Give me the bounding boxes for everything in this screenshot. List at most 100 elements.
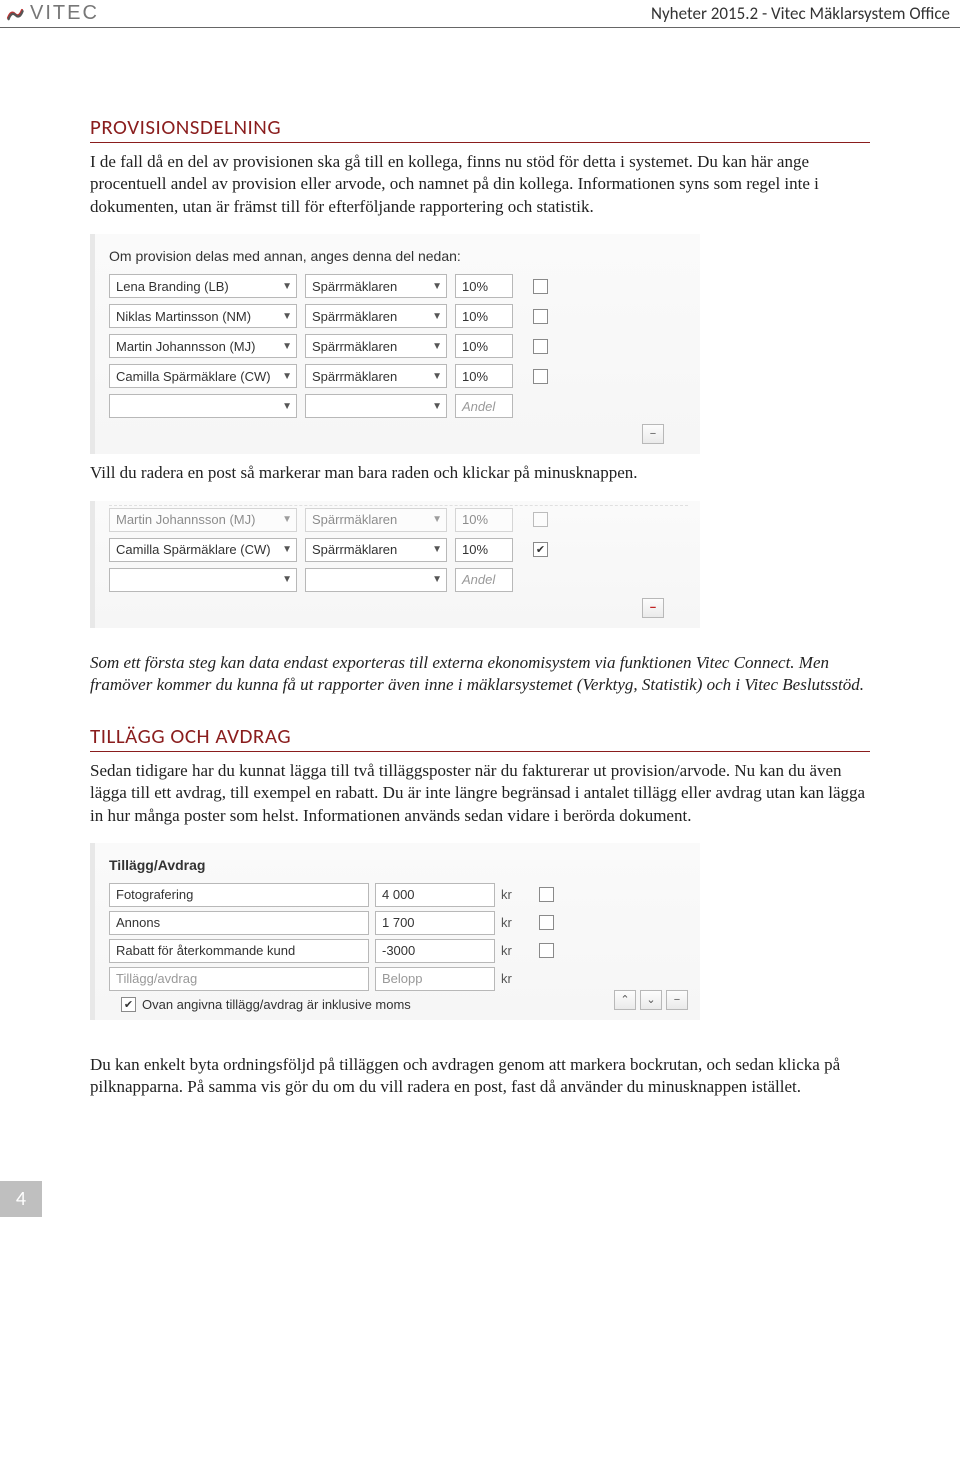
role-name: Spärrmäklaren	[312, 339, 397, 354]
panel3-title: Tillägg/Avdrag	[109, 857, 688, 873]
chevron-down-icon: ▼	[282, 544, 292, 555]
provision-row: Camilla Spärmäklare (CW) ▼ Spärrmäklaren▼…	[109, 538, 688, 562]
colleague-select[interactable]: Camilla Spärmäklare (CW)▼	[109, 364, 297, 388]
chevron-down-icon: ▼	[432, 514, 442, 525]
colleague-select[interactable]: Martin Johannsson (MJ)▼	[109, 508, 297, 532]
chevron-down-icon: ▼	[432, 574, 442, 585]
role-name: Spärrmäklaren	[312, 309, 397, 324]
row-checkbox[interactable]	[539, 887, 554, 902]
role-select[interactable]: Spärrmäklaren▼	[305, 538, 447, 562]
document-header: VITEC Nyheter 2015.2 - Vitec Mäklarsyste…	[0, 0, 960, 28]
colleague-select[interactable]: Camilla Spärmäklare (CW) ▼	[109, 538, 297, 562]
addon-name-input[interactable]: Fotografering	[109, 883, 369, 907]
role-name: Spärrmäklaren	[312, 542, 397, 557]
percent-input[interactable]: Andel	[455, 394, 513, 418]
chevron-down-icon: ▼	[432, 371, 442, 382]
row-checkbox[interactable]	[533, 279, 548, 294]
double-chevron-up-icon: ⌃	[620, 993, 629, 1006]
percent-input[interactable]: 10%	[455, 274, 513, 298]
role-select[interactable]: ▼	[305, 394, 447, 418]
section1-paragraph: I de fall då en del av provisionen ska g…	[90, 151, 870, 218]
remove-row-button[interactable]: −	[642, 424, 664, 444]
colleague-name: Lena Branding (LB)	[116, 279, 229, 294]
section2-paragraph: Sedan tidigare har du kunnat lägga till …	[90, 760, 870, 827]
closing-paragraph: Du kan enkelt byta ordningsföljd på till…	[90, 1054, 870, 1099]
mid-paragraph: Vill du radera en post så markerar man b…	[90, 462, 870, 484]
percent-input[interactable]: 10%	[455, 304, 513, 328]
row-checkbox[interactable]	[539, 915, 554, 930]
addon-name-input[interactable]: Rabatt för återkommande kund	[109, 939, 369, 963]
tillagg-avdrag-panel: Tillägg/Avdrag Fotografering 4 000 kr An…	[90, 843, 700, 1020]
italic-note: Som ett första steg kan data endast expo…	[90, 652, 870, 697]
percent-input[interactable]: 10%	[455, 538, 513, 562]
percent-input[interactable]: Andel	[455, 568, 513, 592]
addon-name-input[interactable]: Annons	[109, 911, 369, 935]
currency-label: kr	[501, 971, 521, 986]
colleague-name: Martin Johannsson (MJ)	[116, 512, 255, 527]
section-heading-provisionsdelning: PROVISIONSDELNING	[90, 114, 870, 143]
addon-amount-input[interactable]: Belopp	[375, 967, 495, 991]
minus-icon: −	[674, 994, 680, 1006]
role-select[interactable]: Spärrmäklaren ▼	[305, 334, 447, 358]
role-select[interactable]: Spärrmäklaren▼	[305, 304, 447, 328]
vitec-logo-icon	[6, 5, 24, 23]
chevron-down-icon: ▼	[432, 341, 442, 352]
addon-row: Rabatt för återkommande kund -3000 kr	[109, 939, 688, 963]
percent-input[interactable]: 10%	[455, 334, 513, 358]
role-name: Spärrmäklaren	[312, 279, 397, 294]
colleague-select[interactable]: Lena Branding (LB) ▼	[109, 274, 297, 298]
chevron-down-icon: ▼	[282, 341, 292, 352]
provision-row: Camilla Spärmäklare (CW)▼ Spärrmäklaren ▼…	[109, 364, 688, 388]
page-number: 4	[0, 1181, 42, 1217]
remove-row-button[interactable]: −	[666, 990, 688, 1010]
minus-icon: −	[650, 602, 656, 614]
addon-row: Fotografering 4 000 kr	[109, 883, 688, 907]
role-select[interactable]: ▼	[305, 568, 447, 592]
colleague-select[interactable]: Martin Johannsson (MJ) ▼	[109, 334, 297, 358]
row-checkbox[interactable]	[533, 309, 548, 324]
colleague-name: Niklas Martinsson (NM)	[116, 309, 251, 324]
provision-row: Niklas Martinsson (NM) ▼ Spärrmäklaren▼ 1…	[109, 304, 688, 328]
colleague-name: Martin Johannsson (MJ)	[116, 339, 255, 354]
role-name: Spärrmäklaren	[312, 369, 397, 384]
role-select[interactable]: Spärrmäklaren ▼	[305, 364, 447, 388]
minus-icon: −	[650, 428, 656, 440]
addon-amount-input[interactable]: -3000	[375, 939, 495, 963]
percent-input[interactable]: 10%	[455, 508, 513, 532]
colleague-name: Camilla Spärmäklare (CW)	[116, 542, 271, 557]
section-heading-tillagg-avdrag: TILLÄGG OCH AVDRAG	[90, 723, 870, 752]
colleague-select[interactable]: Niklas Martinsson (NM) ▼	[109, 304, 297, 328]
row-checkbox[interactable]	[533, 369, 548, 384]
moms-label: Ovan angivna tillägg/avdrag är inklusive…	[142, 997, 411, 1012]
provision-row: Martin Johannsson (MJ) ▼ Spärrmäklaren ▼ 1…	[109, 334, 688, 358]
row-checkbox[interactable]	[533, 339, 548, 354]
addon-amount-input[interactable]: 4 000	[375, 883, 495, 907]
row-checkbox[interactable]	[539, 943, 554, 958]
currency-label: kr	[501, 887, 521, 902]
remove-row-button[interactable]: −	[642, 598, 664, 618]
moms-checkbox[interactable]	[121, 997, 136, 1012]
vitec-logo-text: VITEC	[30, 2, 99, 25]
percent-input[interactable]: 10%	[455, 364, 513, 388]
move-down-button[interactable]: ⌄	[640, 990, 662, 1010]
colleague-select[interactable]: ▼	[109, 568, 297, 592]
currency-label: kr	[501, 915, 521, 930]
row-checkbox[interactable]	[533, 542, 548, 557]
provision-row: Lena Branding (LB) ▼ Spärrmäklaren▼ 10%	[109, 274, 688, 298]
currency-label: kr	[501, 943, 521, 958]
chevron-down-icon: ▼	[282, 311, 292, 322]
chevron-down-icon: ▼	[282, 574, 292, 585]
document-title: Nyheter 2015.2 - Vitec Mäklarsystem Offi…	[651, 3, 950, 24]
addon-amount-input[interactable]: 1 700	[375, 911, 495, 935]
colleague-select[interactable]: ▼	[109, 394, 297, 418]
addon-name-input[interactable]: Tillägg/avdrag	[109, 967, 369, 991]
role-select[interactable]: Spärrmäklaren▼	[305, 274, 447, 298]
move-up-button[interactable]: ⌃	[614, 990, 636, 1010]
colleague-name: Camilla Spärmäklare (CW)	[116, 369, 271, 384]
chevron-down-icon: ▼	[282, 401, 292, 412]
role-select[interactable]: Spärrmäklaren▼	[305, 508, 447, 532]
chevron-down-icon: ▼	[282, 281, 292, 292]
row-checkbox[interactable]	[533, 512, 548, 527]
provision-share-panel-example: Martin Johannsson (MJ)▼ Spärrmäklaren▼ 1…	[90, 501, 700, 628]
addon-row: Annons 1 700 kr	[109, 911, 688, 935]
